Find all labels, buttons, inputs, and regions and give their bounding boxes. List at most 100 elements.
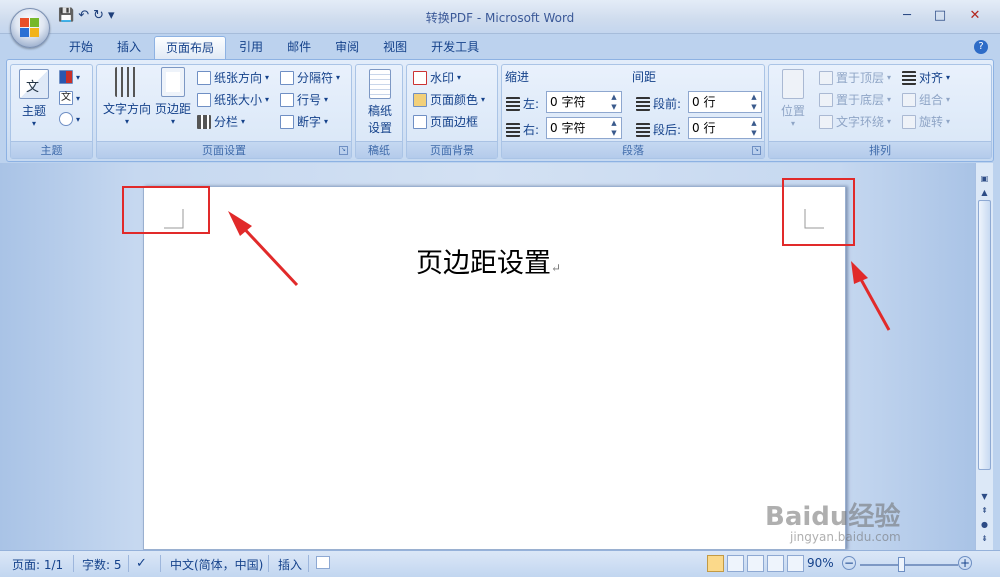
tab-view[interactable]: 视图 xyxy=(372,36,418,60)
page-borders-icon xyxy=(413,114,427,129)
spacing-after-label: 段后: xyxy=(636,121,681,138)
document-page[interactable]: 页边距设置↵ xyxy=(143,186,846,550)
page-color-label: 页面颜色 xyxy=(430,93,479,107)
proofing-icon[interactable]: ✓ xyxy=(136,556,147,571)
text-direction-button[interactable]: 文字方向 ▾ xyxy=(101,67,153,126)
maximize-button[interactable]: □ xyxy=(926,6,954,26)
watermark-brand: Baidu经验 xyxy=(765,502,901,532)
spin-arrows-icon[interactable]: ▲ ▼ xyxy=(609,92,619,112)
zoom-out-button[interactable]: − xyxy=(842,556,856,570)
breaks-button[interactable]: 分隔符 ▾ xyxy=(280,69,340,86)
theme-fonts-icon: 文 xyxy=(59,91,73,105)
spacing-after-input[interactable]: 0 行 ▲ ▼ xyxy=(688,117,762,139)
spacing-after-icon xyxy=(636,122,650,137)
theme-colors-button[interactable]: ▾ xyxy=(59,70,80,84)
indent-right-input[interactable]: 0 字符 ▲ ▼ xyxy=(546,117,622,139)
office-button[interactable] xyxy=(10,8,50,48)
send-back-button[interactable]: 置于底层 ▾ xyxy=(819,91,891,108)
size-button[interactable]: 纸张大小 ▾ xyxy=(197,91,269,108)
position-button[interactable]: 位置 ▾ xyxy=(773,69,813,128)
group-objects-button[interactable]: 组合 ▾ xyxy=(902,91,950,108)
status-word-count[interactable]: 字数: 5 xyxy=(82,556,122,573)
theme-fonts-button[interactable]: 文 ▾ xyxy=(59,91,80,105)
view-web-layout-icon[interactable] xyxy=(747,555,764,572)
page-setup-launcher-icon[interactable]: ↘ xyxy=(339,146,348,155)
text-wrap-button[interactable]: 文字环绕 ▾ xyxy=(819,113,891,130)
tab-home[interactable]: 开始 xyxy=(58,36,104,60)
next-page-icon[interactable]: ⇟ xyxy=(978,533,991,545)
scroll-up-icon[interactable]: ▲ xyxy=(978,187,991,199)
watermark-button[interactable]: 水印 ▾ xyxy=(413,69,461,86)
indent-title: 缩进 xyxy=(505,70,530,84)
annotation-box-right xyxy=(782,178,855,246)
rotate-icon xyxy=(902,114,916,129)
view-outline-icon[interactable] xyxy=(767,555,784,572)
page-color-button[interactable]: 页面颜色 ▾ xyxy=(413,91,485,108)
status-insert-mode[interactable]: 插入 xyxy=(278,556,302,573)
annotation-box-left xyxy=(122,186,210,234)
group-label-paragraph: 段落 xyxy=(502,141,764,158)
group-objects-icon xyxy=(902,92,916,107)
theme-effects-button[interactable]: ▾ xyxy=(59,112,80,126)
window-title: 转换PDF - Microsoft Word xyxy=(425,11,575,25)
view-print-layout-icon[interactable] xyxy=(707,555,724,572)
bring-front-button[interactable]: 置于顶层 ▾ xyxy=(819,69,891,86)
margins-button[interactable]: 页边距 ▾ xyxy=(153,67,193,126)
group-label-page-setup: 页面设置 xyxy=(97,141,351,158)
watermark-url: jingyan.baidu.com xyxy=(790,530,901,544)
spin-arrows-icon[interactable]: ▲ ▼ xyxy=(749,118,759,138)
orientation-icon xyxy=(197,70,211,85)
orientation-button[interactable]: 纸张方向 ▾ xyxy=(197,69,269,86)
group-page-setup: 文字方向 ▾ 页边距 ▾ 纸张方向 ▾ 纸张大小 ▾ 分栏 ▾ 分隔符 ▾ 行号 ▾ 断字… xyxy=(96,64,352,159)
tab-references[interactable]: 引用 xyxy=(228,36,274,60)
zoom-slider-thumb[interactable] xyxy=(898,557,905,572)
scroll-down-icon[interactable]: ▼ xyxy=(978,491,991,503)
bring-front-icon xyxy=(819,70,833,85)
vertical-scrollbar[interactable]: ▣ ▲ ▼ ⇞ ● ⇟ xyxy=(975,163,993,550)
minimize-button[interactable]: ─ xyxy=(893,6,921,26)
indent-left-input[interactable]: 0 字符 ▲ ▼ xyxy=(546,91,622,113)
tab-page-layout[interactable]: 页面布局 xyxy=(154,36,227,60)
status-page[interactable]: 页面: 1/1 xyxy=(12,556,63,573)
view-draft-icon[interactable] xyxy=(787,555,804,572)
breaks-label: 分隔符 xyxy=(297,71,334,85)
orientation-label: 纸张方向 xyxy=(214,71,263,85)
spacing-before-input[interactable]: 0 行 ▲ ▼ xyxy=(688,91,762,113)
page-borders-button[interactable]: 页面边框 xyxy=(413,113,478,130)
line-numbers-button[interactable]: 行号 ▾ xyxy=(280,91,328,108)
tab-developer[interactable]: 开发工具 xyxy=(420,36,490,60)
close-button[interactable]: ✕ xyxy=(961,6,989,26)
themes-button[interactable]: 文 主题 ▾ xyxy=(17,69,51,128)
hyphenation-button[interactable]: 断字 ▾ xyxy=(280,113,328,130)
columns-button[interactable]: 分栏 ▾ xyxy=(197,113,245,130)
browse-object-icon[interactable]: ● xyxy=(978,519,991,531)
zoom-slider[interactable] xyxy=(860,564,958,566)
zoom-in-button[interactable]: + xyxy=(958,556,972,570)
macro-record-icon[interactable] xyxy=(316,556,330,569)
paragraph-launcher-icon[interactable]: ↘ xyxy=(752,146,761,155)
status-language[interactable]: 中文(简体，中国) xyxy=(170,556,263,573)
tab-insert[interactable]: 插入 xyxy=(106,36,152,60)
tab-mailings[interactable]: 邮件 xyxy=(276,36,322,60)
spacing-before-label: 段前: xyxy=(636,95,681,112)
help-icon[interactable]: ? xyxy=(974,40,988,54)
zoom-level[interactable]: 90% xyxy=(807,556,834,570)
view-full-reading-icon[interactable] xyxy=(727,555,744,572)
tab-review[interactable]: 审阅 xyxy=(324,36,370,60)
group-arrange: 位置 ▾ 置于顶层 ▾ 置于底层 ▾ 文字环绕 ▾ 对齐 ▾ 组合 ▾ 旋转 ▾ 排列 xyxy=(768,64,992,159)
size-label: 纸张大小 xyxy=(214,93,263,107)
status-bar: 页面: 1/1 字数: 5 ✓ 中文(简体，中国) 插入 90% − + xyxy=(0,550,1000,577)
group-label-themes: 主题 xyxy=(11,141,92,158)
manuscript-label-1: 稿纸 xyxy=(367,104,392,118)
watermark-icon xyxy=(413,70,427,85)
scroll-thumb[interactable] xyxy=(978,200,991,470)
position-label: 位置 xyxy=(780,104,805,118)
align-button[interactable]: 对齐 ▾ xyxy=(902,69,950,86)
manuscript-settings-button[interactable]: 稿纸 设置 xyxy=(360,69,400,136)
rotate-button[interactable]: 旋转 ▾ xyxy=(902,113,950,130)
spin-arrows-icon[interactable]: ▲ ▼ xyxy=(749,92,759,112)
page-borders-label: 页面边框 xyxy=(430,115,479,129)
prev-page-icon[interactable]: ⇞ xyxy=(978,505,991,517)
ruler-toggle-icon[interactable]: ▣ xyxy=(978,173,991,185)
spin-arrows-icon[interactable]: ▲ ▼ xyxy=(609,118,619,138)
